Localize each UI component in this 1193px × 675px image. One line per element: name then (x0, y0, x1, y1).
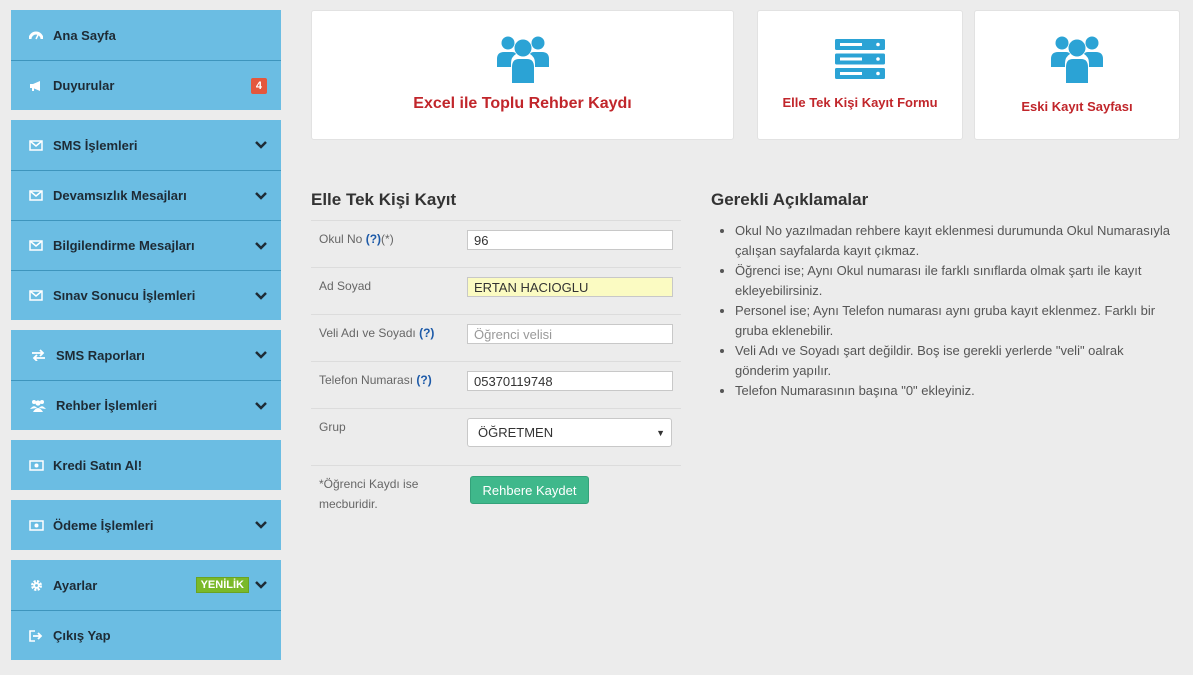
envelope-icon (27, 189, 45, 203)
sidebar-item-label: SMS İşlemleri (53, 137, 138, 153)
explanation-item: Veli Adı ve Soyadı şart değildir. Boş is… (735, 341, 1175, 381)
card-elle-tek-kisi[interactable]: Elle Tek Kişi Kayıt Formu (757, 10, 963, 140)
sidebar-item-duyurular[interactable]: Duyurular 4 (11, 60, 281, 110)
sidebar-item-ana-sayfa[interactable]: Ana Sayfa (11, 10, 281, 60)
okul-no-label: Okul No (?)(*) (319, 232, 394, 246)
sidebar-group-main: Ana Sayfa Duyurular 4 (11, 10, 281, 110)
chevron-down-icon (255, 240, 267, 252)
sidebar-item-sms-islemleri[interactable]: SMS İşlemleri (11, 120, 281, 170)
sidebar-item-label: Rehber İşlemleri (56, 398, 158, 413)
sidebar-item-ayarlar[interactable]: Ayarlar YENİLİK (11, 560, 281, 610)
sidebar: Ana Sayfa Duyurular 4 SMS İşlemleri Deva… (11, 10, 281, 670)
veli-label: Veli Adı ve Soyadı (?) (319, 326, 435, 340)
sidebar-item-bilgilendirme[interactable]: Bilgilendirme Mesajları (11, 220, 281, 270)
explanations-list: Okul No yazılmadan rehbere kayıt eklenme… (735, 221, 1175, 401)
users-icon (496, 35, 549, 83)
sidebar-item-label: Devamsızlık Mesajları (53, 188, 187, 203)
server-icon (835, 39, 885, 79)
envelope-icon (27, 239, 45, 253)
help-link[interactable]: (?) (419, 326, 434, 340)
card-title: Excel ile Toplu Rehber Kaydı (413, 95, 632, 112)
sidebar-group-reports: SMS Raporları Rehber İşlemleri (11, 330, 281, 430)
sidebar-item-rehber-islemleri[interactable]: Rehber İşlemleri (11, 380, 281, 430)
chevron-down-icon (255, 139, 267, 151)
grup-label: Grup (319, 420, 346, 434)
sidebar-item-odeme-islemleri[interactable]: Ödeme İşlemleri (11, 500, 281, 550)
sidebar-item-label: Kredi Satın Al! (53, 457, 143, 473)
sidebar-item-label: Ödeme İşlemleri (53, 517, 154, 533)
chevron-down-icon (255, 349, 267, 361)
telefon-label: Telefon Numarası (?) (319, 373, 432, 387)
sidebar-item-label: Ana Sayfa (53, 27, 116, 43)
form-row-grup: Grup ÖĞRETMEN ▼ (311, 408, 681, 465)
sidebar-item-cikis-yap[interactable]: Çıkış Yap (11, 610, 281, 660)
ad-soyad-label: Ad Soyad (319, 279, 372, 293)
explanation-item: Personel ise; Aynı Telefon numarası aynı… (735, 301, 1175, 341)
chevron-down-icon (255, 290, 267, 302)
new-badge: YENİLİK (195, 577, 249, 593)
megaphone-icon (27, 79, 45, 93)
okul-no-input[interactable] (467, 230, 673, 250)
explanation-item: Okul No yazılmadan rehbere kayıt eklenme… (735, 221, 1175, 261)
explanations-title: Gerekli Açıklamalar (711, 190, 869, 209)
grup-selected-value: ÖĞRETMEN (478, 425, 554, 440)
sidebar-item-sms-raporlari[interactable]: SMS Raporları (11, 330, 281, 380)
gear-icon (27, 578, 45, 592)
sidebar-group-sms: SMS İşlemleri Devamsızlık Mesajları Bilg… (11, 120, 281, 320)
required-mark: (*) (381, 232, 394, 246)
money-icon (27, 518, 45, 532)
caret-down-icon: ▼ (656, 428, 665, 438)
sidebar-group-kredi: Kredi Satın Al! (11, 440, 281, 490)
help-link[interactable]: (?) (366, 232, 381, 246)
form-row-submit: *Öğrenci Kaydı ise mecburidir. Rehbere K… (311, 465, 681, 535)
sidebar-item-label: SMS Raporları (56, 347, 145, 363)
veli-input[interactable] (467, 324, 673, 344)
rehbere-kaydet-button[interactable]: Rehbere Kaydet (470, 476, 589, 504)
sidebar-item-label: Ayarlar (53, 577, 98, 593)
sidebar-item-kredi-satin-al[interactable]: Kredi Satın Al! (11, 440, 281, 490)
grup-select[interactable]: ÖĞRETMEN ▼ (467, 418, 672, 447)
sidebar-group-odeme: Ödeme İşlemleri (11, 500, 281, 550)
chevron-down-icon (255, 579, 267, 591)
form-title: Elle Tek Kişi Kayıt (311, 190, 457, 209)
help-link[interactable]: (?) (416, 373, 431, 387)
sidebar-item-label: Duyurular (53, 78, 115, 93)
ad-soyad-input[interactable] (467, 277, 673, 297)
registration-form: Okul No (?)(*) Ad Soyad Veli Adı ve Soya… (311, 220, 681, 535)
form-row-ad-soyad: Ad Soyad (311, 267, 681, 314)
chevron-down-icon (255, 190, 267, 202)
telefon-input[interactable] (467, 371, 673, 391)
explanation-item: Öğrenci ise; Aynı Okul numarası ile fark… (735, 261, 1175, 301)
dashboard-icon (27, 28, 45, 42)
sidebar-item-label: Çıkış Yap (53, 628, 111, 643)
notification-badge: 4 (250, 77, 267, 94)
chevron-down-icon (255, 519, 267, 531)
required-note: *Öğrenci Kaydı ise mecburidir. (319, 477, 419, 511)
envelope-icon (27, 289, 45, 303)
card-eski-kayit[interactable]: Eski Kayıt Sayfası (974, 10, 1180, 140)
sidebar-item-label: Sınav Sonucu İşlemleri (53, 288, 196, 303)
form-row-veli: Veli Adı ve Soyadı (?) (311, 314, 681, 361)
sidebar-item-devamsizlik[interactable]: Devamsızlık Mesajları (11, 170, 281, 220)
exchange-icon (29, 348, 47, 362)
money-icon (27, 458, 45, 472)
form-row-okul-no: Okul No (?)(*) (311, 220, 681, 267)
card-title: Elle Tek Kişi Kayıt Formu (782, 95, 938, 110)
users-icon (1051, 35, 1103, 83)
sign-out-icon (27, 629, 45, 643)
envelope-icon (27, 138, 45, 152)
users-icon (29, 399, 47, 413)
sidebar-item-sinav-sonucu[interactable]: Sınav Sonucu İşlemleri (11, 270, 281, 320)
form-row-telefon: Telefon Numarası (?) (311, 361, 681, 408)
sidebar-item-label: Bilgilendirme Mesajları (53, 238, 195, 253)
chevron-down-icon (255, 400, 267, 412)
explanation-item: Telefon Numarasının başına "0" ekleyiniz… (735, 381, 1175, 401)
card-title: Eski Kayıt Sayfası (1021, 99, 1133, 114)
sidebar-group-settings: Ayarlar YENİLİK Çıkış Yap (11, 560, 281, 660)
card-excel-toplu-kayit[interactable]: Excel ile Toplu Rehber Kaydı (311, 10, 734, 140)
